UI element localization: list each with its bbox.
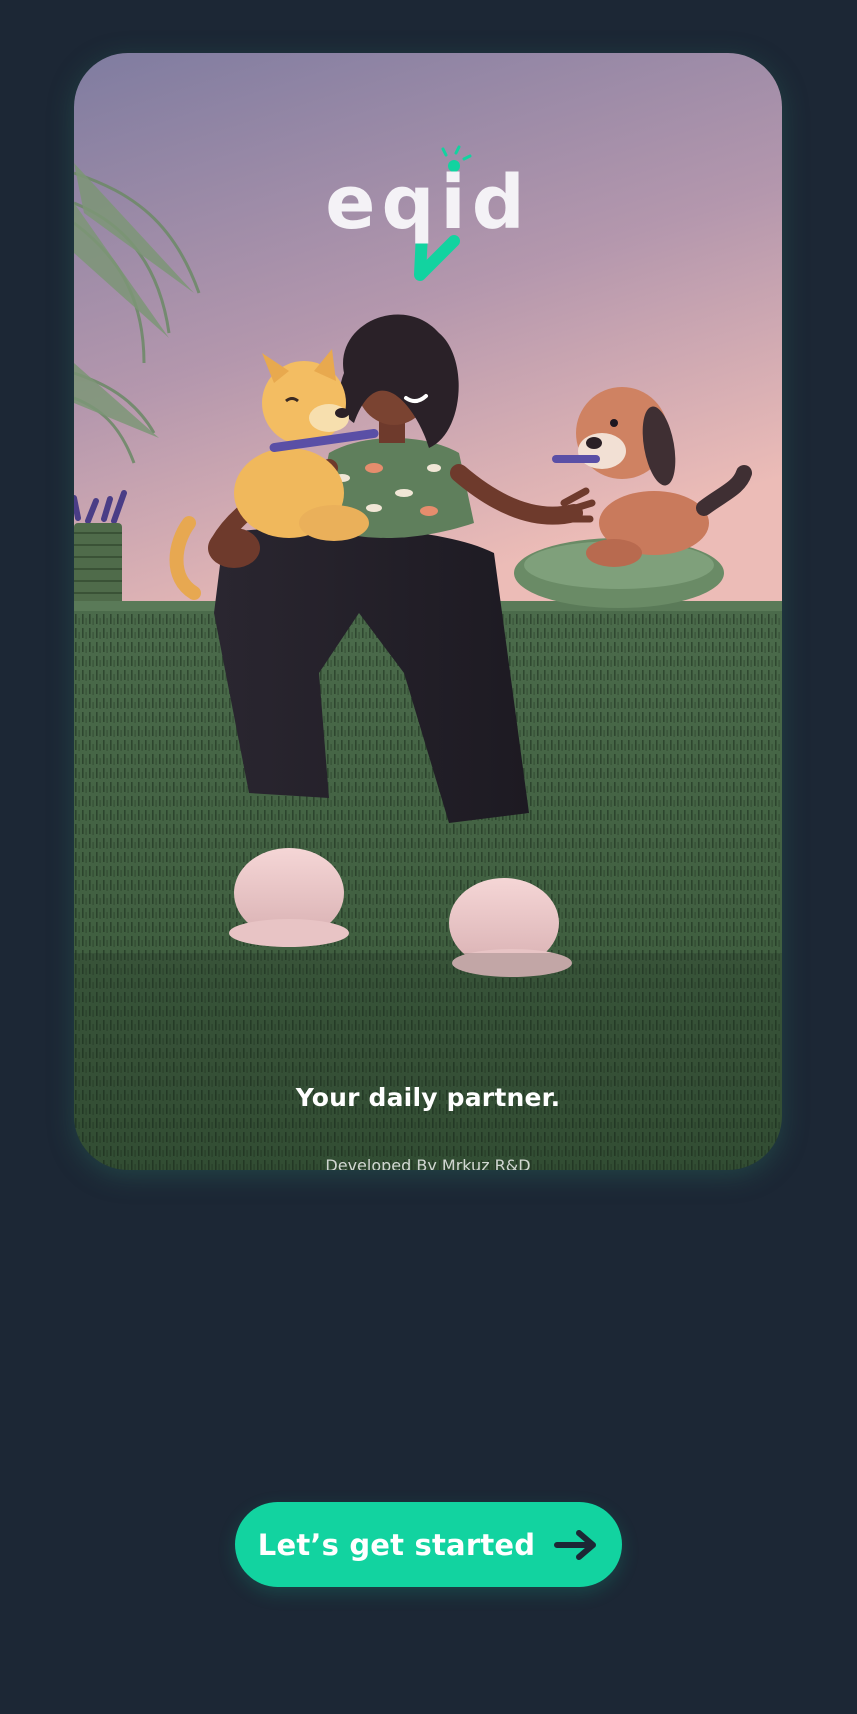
onboarding-screen: eqid Your daily partner. Developed By Mr… bbox=[0, 0, 857, 1714]
eqid-logo: eqid bbox=[325, 145, 531, 281]
developer-credit: Developed By Mrkuz R&D bbox=[325, 1156, 531, 1170]
get-started-button[interactable]: Let’s get started bbox=[235, 1502, 622, 1587]
get-started-label: Let’s get started bbox=[257, 1527, 536, 1562]
arrow-right-icon bbox=[554, 1529, 597, 1560]
hero-card: eqid Your daily partner. Developed By Mr… bbox=[74, 53, 782, 1170]
svg-text:eqid: eqid bbox=[325, 160, 531, 246]
tagline: Your daily partner. bbox=[295, 1083, 561, 1112]
